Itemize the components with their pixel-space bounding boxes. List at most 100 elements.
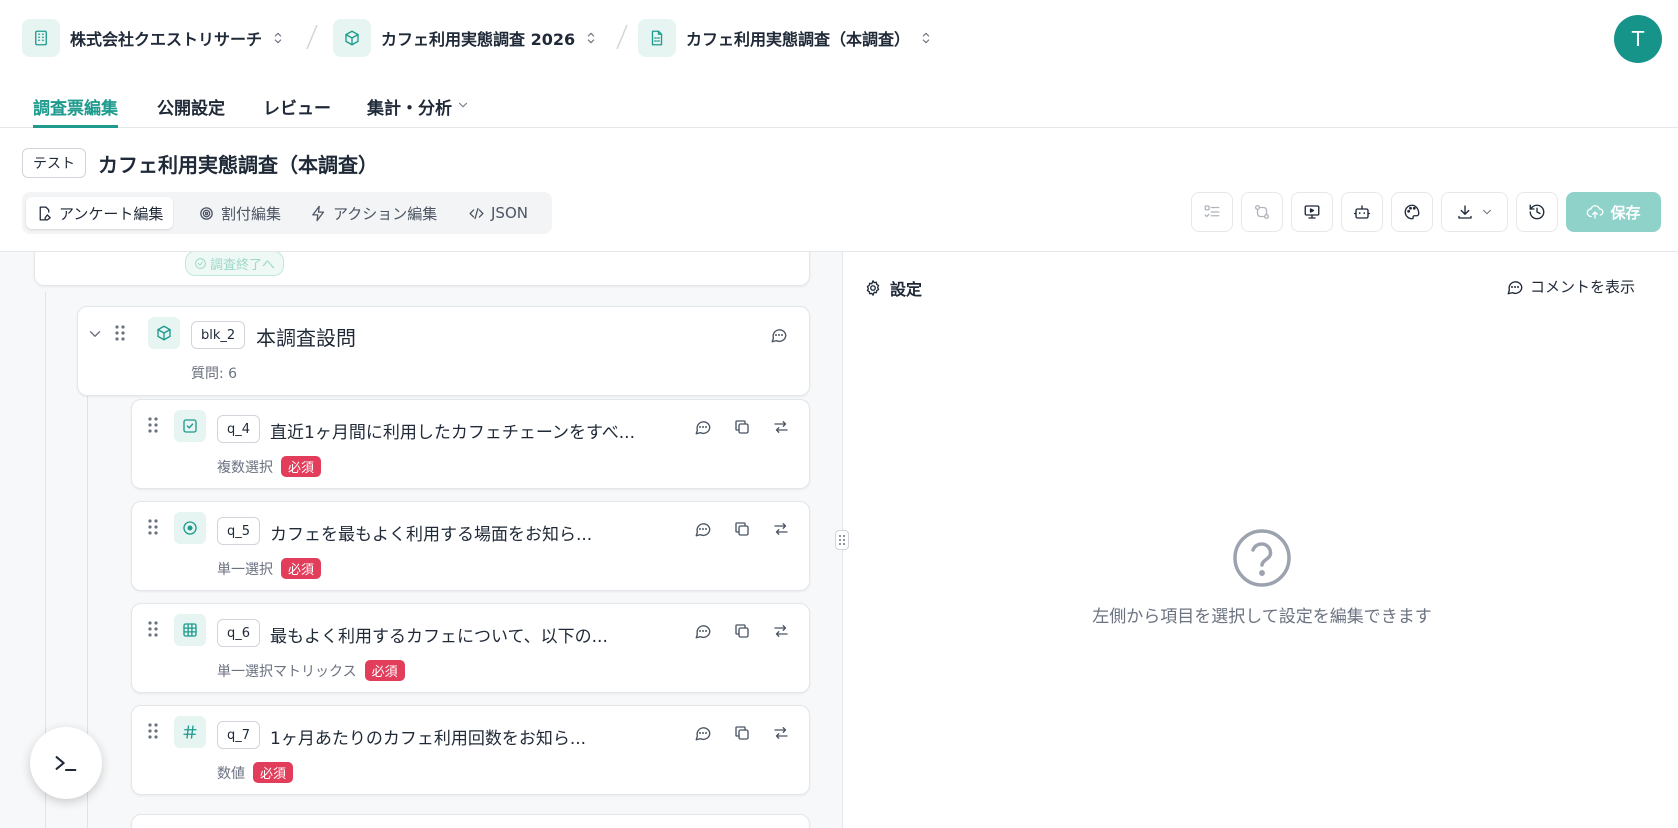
checkbox-icon — [174, 410, 206, 442]
question-type: 複数選択 必須 — [217, 456, 322, 477]
chevron-down-icon[interactable] — [86, 325, 104, 343]
duplicate-button[interactable] — [731, 620, 753, 642]
drag-handle-icon[interactable] — [114, 323, 126, 343]
terminal-icon — [55, 756, 77, 772]
mode-tab-survey-edit[interactable]: アンケート編集 — [26, 197, 174, 229]
ai-assist-button[interactable] — [1341, 192, 1383, 232]
tab-analysis[interactable]: 集計・分析 — [367, 86, 470, 128]
comment-button[interactable] — [692, 416, 714, 438]
comment-button[interactable] — [692, 518, 714, 540]
duplicate-button[interactable] — [731, 722, 753, 744]
arrows-swap-icon — [774, 421, 788, 433]
tab-review[interactable]: レビュー — [263, 86, 331, 128]
duplicate-button[interactable] — [731, 518, 753, 540]
breadcrumb-organization[interactable]: 株式会社クエストリサーチ — [22, 18, 286, 58]
radio-icon — [174, 512, 206, 544]
arrows-swap-icon — [774, 727, 788, 739]
git-compare-icon — [1254, 204, 1270, 220]
question-card[interactable]: q_5 カフェを最もよく利用する場面をお知ら... 単一選択 必須 — [131, 501, 810, 591]
preview-button[interactable] — [1291, 192, 1333, 232]
block-question-count: 質問: 6 — [191, 366, 238, 382]
comment-button[interactable] — [768, 324, 790, 346]
chevron-up-down-icon — [918, 30, 934, 46]
breadcrumb-separator — [302, 22, 322, 52]
chevron-up-down-icon — [583, 30, 599, 46]
breadcrumb-label: カフェ利用実態調査 2026 — [381, 30, 576, 49]
move-button[interactable] — [770, 518, 792, 540]
message-circle-icon — [695, 523, 711, 537]
tab-analysis-label: 集計・分析 — [367, 99, 452, 119]
copy-icon — [735, 624, 749, 638]
box-icon — [333, 19, 371, 57]
drag-handle-icon[interactable] — [147, 721, 159, 741]
question-text: 最もよく利用するカフェについて、以下の... — [270, 627, 608, 647]
drag-handle-icon[interactable] — [147, 517, 159, 537]
sheet-icon — [638, 19, 676, 57]
download-icon — [1457, 205, 1472, 219]
theme-button[interactable] — [1391, 192, 1433, 232]
presentation-icon — [1304, 205, 1320, 219]
mode-tab-label: 割付編集 — [221, 204, 282, 223]
question-card[interactable]: q_7 1ヶ月あたりのカフェ利用回数をお知ら... 数値 必須 — [131, 705, 810, 795]
question-card[interactable]: q_6 最もよく利用するカフェについて、以下の... 単一選択マトリックス 必須 — [131, 603, 810, 693]
top-bar: 株式会社クエストリサーチ カフェ利用実態調査 2026 カフェ利用実態調査（本調… — [0, 0, 1678, 76]
required-badge: 必須 — [281, 558, 322, 579]
drag-handle-icon[interactable] — [147, 415, 159, 435]
history-button[interactable] — [1516, 192, 1558, 232]
mode-tab-quota-edit[interactable]: 割付編集 — [188, 197, 291, 229]
question-id-tag: q_5 — [217, 517, 261, 545]
required-badge: 必須 — [364, 660, 405, 681]
tab-publish-settings[interactable]: 公開設定 — [157, 86, 225, 128]
show-comments-button[interactable]: コメントを表示 — [1506, 276, 1635, 297]
breadcrumb-label: 株式会社クエストリサーチ — [70, 30, 263, 49]
checklist-icon — [1204, 205, 1220, 218]
comment-button[interactable] — [692, 620, 714, 642]
question-type-label: 単一選択マトリックス — [217, 663, 357, 680]
download-menu-button[interactable] — [1441, 192, 1508, 232]
checklist-button[interactable] — [1191, 192, 1233, 232]
duplicate-button[interactable] — [731, 416, 753, 438]
question-type: 単一選択 必須 — [217, 558, 322, 579]
resize-handle-icon[interactable] — [835, 530, 849, 550]
breadcrumb-survey[interactable]: カフェ利用実態調査（本調査） — [638, 18, 934, 58]
branch-logic-button[interactable] — [1241, 192, 1283, 232]
question-card[interactable] — [131, 814, 810, 828]
grid-icon — [174, 614, 206, 646]
question-type-label: 数値 — [217, 765, 245, 782]
question-card[interactable]: q_4 直近1ヶ月間に利用したカフェチェーンをすべ... 複数選択 必須 — [131, 399, 810, 489]
box-icon — [148, 317, 180, 349]
file-edit-icon — [39, 205, 51, 221]
arrows-swap-icon — [774, 625, 788, 637]
comment-button[interactable] — [692, 722, 714, 744]
block-id-tag: blk_2 — [191, 321, 246, 349]
breadcrumb-separator — [612, 22, 632, 52]
block-card[interactable]: blk_2 本調査設問 質問: 6 — [77, 306, 810, 396]
empty-settings-message: 左側から項目を選択して設定を編集できます — [1092, 607, 1432, 627]
previous-block-card[interactable]: 調査終了へ — [34, 252, 810, 286]
move-button[interactable] — [770, 416, 792, 438]
breadcrumb-project[interactable]: カフェ利用実態調査 2026 — [333, 18, 599, 58]
tab-survey-edit[interactable]: 調査票編集 — [33, 86, 118, 128]
move-button[interactable] — [770, 620, 792, 642]
question-type-label: 単一選択 — [217, 561, 273, 578]
drag-handle-icon[interactable] — [147, 619, 159, 639]
mode-tab-json[interactable]: JSON — [458, 197, 538, 229]
question-text: カフェを最もよく利用する場面をお知ら... — [270, 525, 593, 545]
message-circle-icon — [695, 727, 711, 741]
question-id-tag: q_7 — [217, 721, 261, 749]
mode-tab-label: JSON — [491, 204, 528, 222]
message-circle-icon — [695, 625, 711, 639]
question-id-tag: q_6 — [217, 619, 261, 647]
move-button[interactable] — [770, 722, 792, 744]
question-type-label: 複数選択 — [217, 459, 273, 476]
console-button[interactable] — [30, 727, 102, 799]
cloud-upload-icon — [1587, 205, 1605, 219]
edit-mode-tabs: アンケート編集 割付編集 アクション編集 JSON — [22, 192, 552, 234]
save-button[interactable]: 保存 — [1566, 192, 1661, 232]
zap-icon — [312, 205, 325, 221]
target-icon — [200, 206, 213, 220]
check-circle-icon — [195, 258, 206, 269]
palette-icon — [1404, 204, 1420, 220]
avatar[interactable]: T — [1614, 15, 1662, 63]
mode-tab-action-edit[interactable]: アクション編集 — [300, 197, 447, 229]
